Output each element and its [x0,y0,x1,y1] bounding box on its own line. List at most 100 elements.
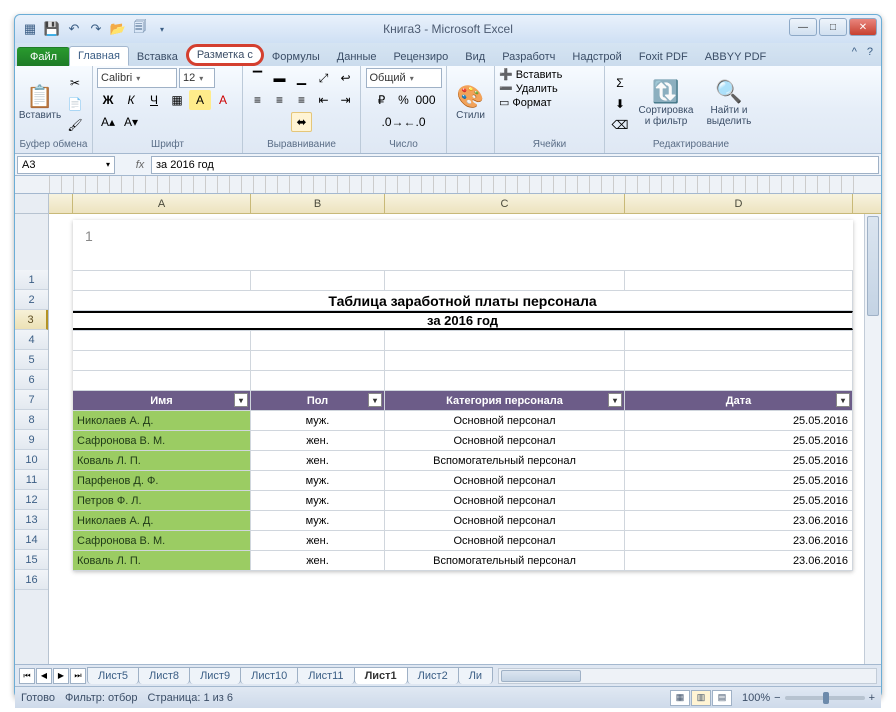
cell[interactable] [251,331,385,350]
table-cell[interactable]: 25.05.2016 [625,491,853,510]
cell[interactable] [385,351,625,370]
row-header[interactable]: 16 [15,570,48,590]
increase-indent-button[interactable]: ⇥ [335,90,357,110]
table-cell[interactable]: 23.06.2016 [625,511,853,530]
align-center-button[interactable]: ≡ [269,90,291,110]
table-cell[interactable]: Сафронова В. М. [73,531,251,550]
font-color-button[interactable]: A [212,90,234,110]
increase-decimal-button[interactable]: .0→ [382,112,404,132]
tab-data[interactable]: Данные [328,47,386,66]
sheet-tab[interactable]: Лист5 [87,667,139,684]
autosum-button[interactable]: Σ [609,73,631,93]
help-icon[interactable]: ? [867,46,873,58]
row-header[interactable]: 5 [15,350,48,370]
align-right-button[interactable]: ≡ [291,90,313,110]
redo-icon[interactable]: ↷ [87,20,105,38]
wrap-text-button[interactable]: ↩ [335,68,357,88]
qat-more-icon[interactable]: ▾ [153,20,171,38]
tab-insert[interactable]: Вставка [128,47,187,66]
paste-button[interactable]: 📋 Вставить [19,71,61,137]
cell[interactable] [251,271,385,290]
filter-dropdown-icon[interactable]: ▾ [234,393,248,407]
filter-dropdown-icon[interactable]: ▾ [836,393,850,407]
find-select-button[interactable]: 🔍 Найти и выделить [701,71,757,137]
font-face-combo[interactable]: Calibri▾ [97,68,177,88]
cell[interactable] [625,331,853,350]
sort-filter-button[interactable]: 🔃 Сортировка и фильтр [634,71,698,137]
sheet-tab[interactable]: Лист11 [297,667,354,684]
table-cell[interactable]: Вспомогательный персонал [385,451,625,470]
bold-button[interactable]: Ж [97,90,119,110]
table-cell[interactable]: жен. [251,531,385,550]
number-format-combo[interactable]: Общий▾ [366,68,442,88]
grow-font-button[interactable]: A▴ [97,112,119,132]
cell[interactable] [251,351,385,370]
zoom-slider[interactable] [785,696,865,700]
table-subtitle[interactable]: за 2016 год [73,311,853,330]
column-header-C[interactable]: C [385,194,625,213]
border-button[interactable]: ▦ [166,90,188,110]
table-cell[interactable]: жен. [251,431,385,450]
cells-delete-button[interactable]: ➖Удалить [499,82,558,95]
align-left-button[interactable]: ≡ [247,90,269,110]
tab-developer[interactable]: Разработч [493,47,564,66]
table-cell[interactable]: Николаев А. Д. [73,411,251,430]
table-cell[interactable]: Коваль Л. П. [73,451,251,470]
decrease-decimal-button[interactable]: ←.0 [404,112,426,132]
fx-icon[interactable]: fx [129,159,151,171]
align-bottom-button[interactable]: ▁ [291,68,313,88]
table-header[interactable]: Пол▾ [251,391,385,410]
table-cell[interactable]: муж. [251,491,385,510]
row-header[interactable]: 9 [15,430,48,450]
currency-button[interactable]: ₽ [371,90,393,110]
percent-button[interactable]: % [393,90,415,110]
cell[interactable] [251,371,385,390]
select-all-corner[interactable] [15,194,48,214]
italic-button[interactable]: К [120,90,142,110]
cell[interactable] [385,371,625,390]
tab-foxit[interactable]: Foxit PDF [630,47,697,66]
column-header-B[interactable]: B [251,194,385,213]
shrink-font-button[interactable]: A▾ [120,112,142,132]
vertical-scrollbar[interactable] [864,214,881,664]
table-cell[interactable]: Основной персонал [385,471,625,490]
format-painter-button[interactable]: 🖌 [64,115,86,135]
table-cell[interactable]: 25.05.2016 [625,411,853,430]
row-header[interactable]: 15 [15,550,48,570]
row-header[interactable]: 2 [15,290,48,310]
zoom-control[interactable]: 100% − + [742,692,875,704]
maximize-button[interactable]: □ [819,18,847,36]
tab-file[interactable]: Файл [17,47,70,66]
table-cell[interactable]: жен. [251,551,385,570]
tab-nav-next[interactable]: ▶ [53,668,69,684]
underline-button[interactable]: Ч [143,90,165,110]
tab-nav-last[interactable]: ⏭ [70,668,86,684]
align-middle-button[interactable]: ▬ [269,68,291,88]
table-cell[interactable]: Петров Ф. Л. [73,491,251,510]
styles-button[interactable]: 🎨 Стили [451,71,490,137]
table-cell[interactable]: Основной персонал [385,511,625,530]
merge-center-button[interactable]: ⬌ [291,112,311,132]
table-cell[interactable]: Парфенов Д. Ф. [73,471,251,490]
table-cell[interactable]: муж. [251,471,385,490]
cell[interactable] [625,271,853,290]
table-cell[interactable]: Основной персонал [385,411,625,430]
filter-dropdown-icon[interactable]: ▾ [368,393,382,407]
tab-view[interactable]: Вид [456,47,494,66]
table-title[interactable]: Таблица заработной платы персонала [73,291,853,310]
table-cell[interactable]: муж. [251,411,385,430]
decrease-indent-button[interactable]: ⇤ [313,90,335,110]
row-header[interactable]: 14 [15,530,48,550]
close-button[interactable]: ✕ [849,18,877,36]
cut-button[interactable]: ✂ [64,73,86,93]
sheet-tab[interactable]: Лист2 [407,667,459,684]
view-normal-button[interactable]: ▦ [670,690,690,706]
view-page-layout-button[interactable]: ▥ [691,690,711,706]
table-cell[interactable]: Основной персонал [385,491,625,510]
formula-input[interactable]: за 2016 год [151,156,879,174]
tab-nav-prev[interactable]: ◀ [36,668,52,684]
table-cell[interactable]: Николаев А. Д. [73,511,251,530]
table-header[interactable]: Категория персонала▾ [385,391,625,410]
cell[interactable] [625,351,853,370]
zoom-out-button[interactable]: − [774,692,780,704]
